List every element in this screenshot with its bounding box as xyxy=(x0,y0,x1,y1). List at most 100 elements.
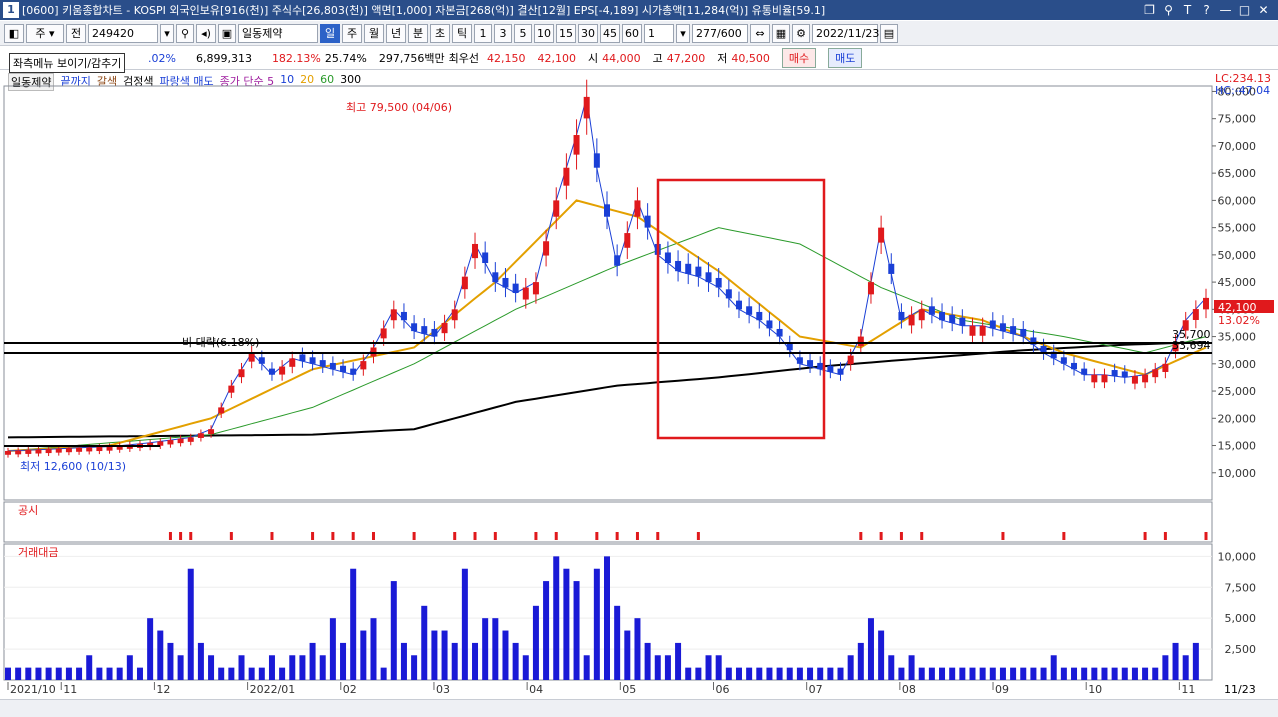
interval-15[interactable]: 15 xyxy=(556,23,576,43)
candle-body xyxy=(634,200,641,217)
link-icon[interactable]: ⚲ xyxy=(1160,3,1177,17)
speaker-icon[interactable]: ◂) xyxy=(196,23,216,43)
amount-bar xyxy=(472,642,479,680)
amount-bar xyxy=(1121,667,1128,680)
interval-60[interactable]: 60 xyxy=(622,23,642,43)
interval-10[interactable]: 10 xyxy=(534,23,554,43)
candle-body xyxy=(675,260,682,272)
period-week[interactable]: 주 xyxy=(342,23,362,43)
candle-body xyxy=(268,368,275,375)
candle-body xyxy=(604,204,610,217)
amount-bar xyxy=(1050,655,1057,680)
disclosure-marker xyxy=(229,532,233,540)
amount-bar xyxy=(279,667,286,680)
candle-body xyxy=(573,135,580,155)
amount-bar xyxy=(776,667,783,680)
help-icon[interactable]: ? xyxy=(1198,3,1215,17)
trend-label: 비 대략(6.18%) xyxy=(182,336,259,349)
buy-button[interactable]: 매수 xyxy=(781,48,817,68)
restore-icon[interactable]: ❐ xyxy=(1141,3,1158,17)
interval-45[interactable]: 45 xyxy=(600,23,620,43)
amount-bar xyxy=(847,655,854,680)
candle-body xyxy=(258,357,265,364)
count-dropdown-icon[interactable]: ▾ xyxy=(676,23,690,43)
candle-body xyxy=(86,447,93,452)
zoom-icon[interactable]: ⇔ xyxy=(750,23,770,43)
menu-toggle-icon[interactable]: ◧ xyxy=(4,23,24,43)
candle-body xyxy=(461,276,468,290)
settings-icon[interactable]: ⚙ xyxy=(792,23,810,43)
disclosure-markers xyxy=(168,532,1208,540)
code-input[interactable]: 249420 xyxy=(88,23,158,43)
price-chart[interactable]: 80,00075,00070,00065,00060,00055,00050,0… xyxy=(0,70,1278,700)
amount-bar xyxy=(1162,655,1169,680)
candle-body xyxy=(1071,362,1078,370)
amount-bar xyxy=(55,667,62,680)
amount-bar xyxy=(1071,667,1078,680)
stock-name-field[interactable]: 일동제약 xyxy=(238,23,318,43)
disclosure-marker xyxy=(371,532,375,540)
amount-tick-label: 7,500 xyxy=(1225,581,1257,594)
market-select[interactable]: 주 ▾ xyxy=(26,23,64,43)
amount-bar xyxy=(299,655,306,680)
date-tick-label: 05 xyxy=(622,683,636,696)
amount-bar xyxy=(421,605,428,680)
amount-bar xyxy=(766,667,773,680)
amount-bar xyxy=(664,655,671,680)
amount-bar xyxy=(208,655,215,680)
amount-bar xyxy=(989,667,996,680)
amount-bar xyxy=(309,642,316,680)
interval-1[interactable]: 1 xyxy=(474,23,492,43)
interval-3[interactable]: 3 xyxy=(494,23,512,43)
period-second[interactable]: 초 xyxy=(430,23,450,43)
disclosure-marker xyxy=(493,532,497,540)
interval-30[interactable]: 30 xyxy=(578,23,598,43)
period-year[interactable]: 년 xyxy=(386,23,406,43)
toolbar: ◧ 주 ▾ 전 249420 ▾ ⚲ ◂) ▣ 일동제약 일 주 월 년 분 초… xyxy=(0,21,1278,46)
disclosure-marker xyxy=(168,532,172,540)
candle-body xyxy=(563,167,570,186)
interval-5[interactable]: 5 xyxy=(514,23,532,43)
price-type-button[interactable]: 전 xyxy=(66,23,86,43)
amount-bar xyxy=(502,630,509,680)
candle-body xyxy=(15,450,22,455)
title-bar: 1 [0600] 키움종합차트 - KOSPI 외국인보유[916(천)] 주식… xyxy=(0,0,1278,20)
amount-bar xyxy=(370,618,377,680)
period-minute[interactable]: 분 xyxy=(408,23,428,43)
period-month[interactable]: 월 xyxy=(364,23,384,43)
sell-button[interactable]: 매도 xyxy=(828,48,863,68)
minimize-icon[interactable]: — xyxy=(1217,3,1234,17)
amount-bar xyxy=(136,667,143,680)
date-axis: 2021/10 11 12 2022/01 02 03 04 05 06 07 08 09 10 11 xyxy=(7,682,1195,696)
ask-price: 42,150 xyxy=(486,51,526,65)
count-input[interactable]: 1 xyxy=(644,23,674,43)
candle-body xyxy=(979,325,986,336)
disclosure-marker xyxy=(473,532,477,540)
amount-bar xyxy=(360,630,367,680)
period-day[interactable]: 일 xyxy=(320,23,340,43)
amount-bar xyxy=(96,667,103,680)
candle-body xyxy=(319,360,326,367)
date-input[interactable]: 2022/11/23 xyxy=(812,23,879,43)
candle-body xyxy=(644,215,651,228)
close-icon[interactable]: ✕ xyxy=(1255,3,1272,17)
candle-body xyxy=(1010,326,1017,334)
range-field[interactable]: 277/600 xyxy=(692,23,748,43)
text-icon[interactable]: T xyxy=(1179,3,1196,17)
candle-body xyxy=(350,368,357,375)
period-tick[interactable]: 틱 xyxy=(452,23,472,43)
candle-body xyxy=(796,357,803,364)
calendar-icon[interactable]: ▤ xyxy=(880,23,898,43)
amount-bar xyxy=(329,618,336,680)
candle-body xyxy=(705,272,712,283)
search-icon[interactable]: ⚲ xyxy=(176,23,194,43)
amount-bar xyxy=(624,630,631,680)
stock-info-icon[interactable]: ▣ xyxy=(218,23,236,43)
candle-body xyxy=(878,227,885,243)
table-icon[interactable]: ▦ xyxy=(772,23,790,43)
amount-bar xyxy=(35,667,42,680)
date-tick-label: 10 xyxy=(1088,683,1102,696)
maximize-icon[interactable]: □ xyxy=(1236,3,1253,17)
amount-bar xyxy=(1142,667,1149,680)
code-dropdown-icon[interactable]: ▾ xyxy=(160,23,174,43)
